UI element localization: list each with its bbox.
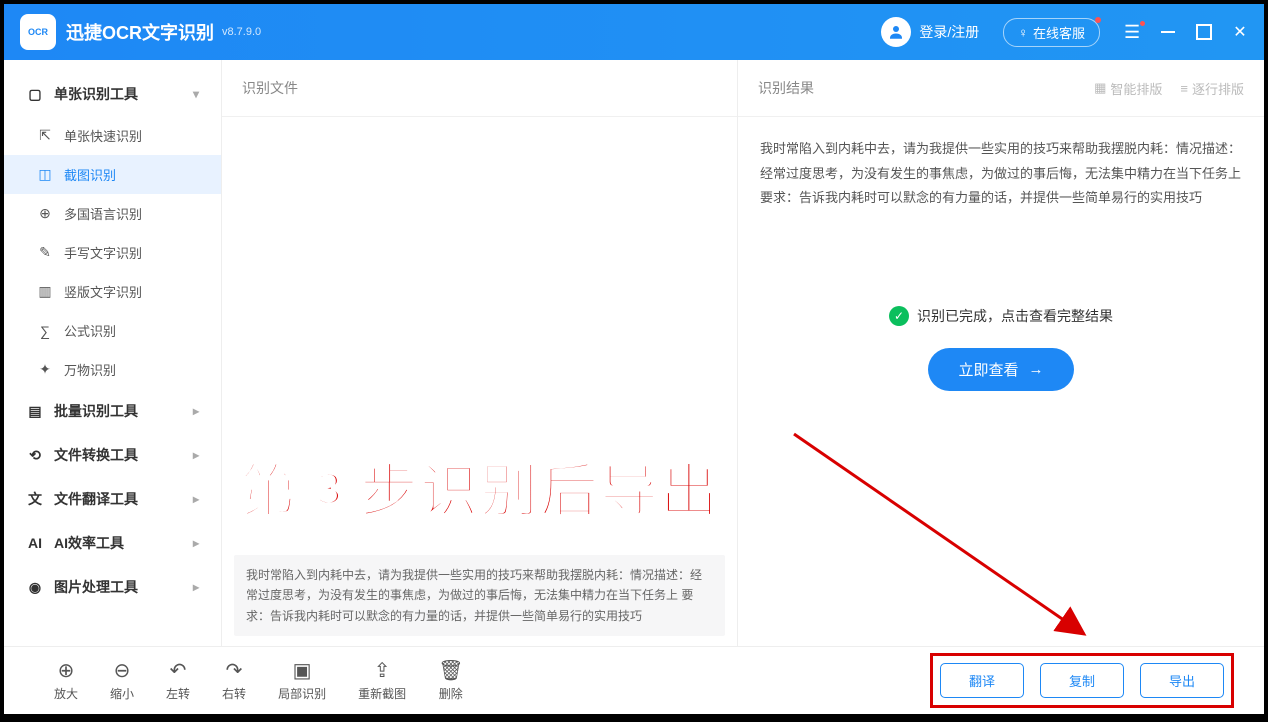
sidebar: ▢ 单张识别工具 ▾ ⇱单张快速识别 ◫截图识别 ⊕多国语言识别 ✎手写文字识别… xyxy=(4,60,222,646)
chevron-down-icon: ▾ xyxy=(193,87,199,101)
chevron-right-icon: ▸ xyxy=(193,404,199,418)
sidebar-item-quick[interactable]: ⇱单张快速识别 xyxy=(4,116,221,155)
copy-button[interactable]: 复制 xyxy=(1040,663,1124,698)
translate-icon: 文 xyxy=(26,490,44,508)
rotate-left-button[interactable]: ↶左转 xyxy=(166,659,190,702)
minimize-button[interactable] xyxy=(1160,24,1176,40)
view-result-button[interactable]: 立即查看→ xyxy=(928,348,1073,391)
close-button[interactable] xyxy=(1232,24,1248,40)
support-button[interactable]: ♀在线客服 xyxy=(1003,18,1100,47)
preview-area: 我时常陷入到内耗中去，请为我提供一些实用的技巧来帮助我摆脱内耗：情况描述：经常过… xyxy=(222,117,737,646)
sidebar-group-batch[interactable]: ▤批量识别工具▸ xyxy=(4,389,221,433)
login-link[interactable]: 登录/注册 xyxy=(919,22,979,42)
complete-status: ✓ 识别已完成，点击查看完整结果 xyxy=(760,306,1242,326)
sidebar-item-everything[interactable]: ✦万物识别 xyxy=(4,350,221,389)
rotate-right-icon: ↷ xyxy=(226,659,243,681)
chevron-right-icon: ▸ xyxy=(193,448,199,462)
app-title: 迅捷OCR文字识别 xyxy=(66,19,214,45)
menu-icon[interactable] xyxy=(1124,24,1140,40)
result-pane: 识别结果 ▦ 智能排版 ≡ 逐行排版 我时常陷入到内耗中去，请为我提供一些实用的… xyxy=(738,60,1264,646)
app-logo: OCR xyxy=(20,14,56,50)
zoom-in-icon: ⊕ xyxy=(58,659,75,681)
sparkle-icon: ✦ xyxy=(36,361,54,379)
zoom-out-button[interactable]: ⊖缩小 xyxy=(110,659,134,702)
export-button[interactable]: 导出 xyxy=(1140,663,1224,698)
sidebar-group-translate[interactable]: 文文件翻译工具▸ xyxy=(4,477,221,521)
doc-icon: ▢ xyxy=(26,85,44,103)
result-header: 识别结果 xyxy=(758,78,814,98)
preview-text: 我时常陷入到内耗中去，请为我提供一些实用的技巧来帮助我摆脱内耗：情况描述：经常过… xyxy=(234,555,725,636)
globe-icon: ⊕ xyxy=(36,205,54,223)
source-pane: 识别文件 我时常陷入到内耗中去，请为我提供一些实用的技巧来帮助我摆脱内耗：情况描… xyxy=(222,60,738,646)
columns-icon: ▥ xyxy=(36,283,54,301)
export-icon: ⇱ xyxy=(36,127,54,145)
delete-button[interactable]: 🗑删除 xyxy=(438,659,463,702)
sidebar-item-vertical[interactable]: ▥竖版文字识别 xyxy=(4,272,221,311)
sidebar-group-ai[interactable]: AIAI效率工具▸ xyxy=(4,521,221,565)
selection-icon: ▣ xyxy=(293,659,312,681)
zoom-out-icon: ⊖ xyxy=(114,659,131,681)
arrow-right-icon: → xyxy=(1029,361,1044,378)
rotate-left-icon: ↶ xyxy=(170,659,187,681)
layout-line[interactable]: ≡ 逐行排版 xyxy=(1180,79,1244,98)
sidebar-item-formula[interactable]: ∑公式识别 xyxy=(4,311,221,350)
chevron-right-icon: ▸ xyxy=(193,536,199,550)
sidebar-item-handwrite[interactable]: ✎手写文字识别 xyxy=(4,233,221,272)
avatar[interactable] xyxy=(881,17,911,47)
layout-smart[interactable]: ▦ 智能排版 xyxy=(1094,79,1162,98)
action-buttons-highlight: 翻译 复制 导出 xyxy=(940,663,1224,698)
rescreenshot-button[interactable]: ⇪重新截图 xyxy=(358,659,406,702)
formula-icon: ∑ xyxy=(36,322,54,340)
crop-icon: ◫ xyxy=(36,166,54,184)
stack-icon: ▤ xyxy=(26,402,44,420)
titlebar: OCR 迅捷OCR文字识别 v8.7.9.0 登录/注册 ♀在线客服 xyxy=(4,4,1264,60)
partial-ocr-button[interactable]: ▣局部识别 xyxy=(278,659,326,702)
ai-icon: AI xyxy=(26,534,44,552)
zoom-in-button[interactable]: ⊕放大 xyxy=(54,659,78,702)
pen-icon: ✎ xyxy=(36,244,54,262)
sidebar-group-label: 单张识别工具 xyxy=(54,84,138,104)
sidebar-item-multilang[interactable]: ⊕多国语言识别 xyxy=(4,194,221,233)
app-version: v8.7.9.0 xyxy=(222,26,261,38)
sidebar-item-screenshot[interactable]: ◫截图识别 xyxy=(4,155,221,194)
rotate-right-button[interactable]: ↷右转 xyxy=(222,659,246,702)
sidebar-group-single[interactable]: ▢ 单张识别工具 ▾ xyxy=(4,72,221,116)
bottom-toolbar: ⊕放大 ⊖缩小 ↶左转 ↷右转 ▣局部识别 ⇪重新截图 🗑删除 翻译 复制 导出 xyxy=(4,646,1264,714)
maximize-button[interactable] xyxy=(1196,24,1212,40)
trash-icon: 🗑 xyxy=(438,659,463,681)
translate-button[interactable]: 翻译 xyxy=(940,663,1024,698)
sidebar-group-image[interactable]: ◉图片处理工具▸ xyxy=(4,565,221,609)
chevron-right-icon: ▸ xyxy=(193,580,199,594)
image-icon: ◉ xyxy=(26,578,44,596)
upload-icon: ⇪ xyxy=(374,659,391,681)
convert-icon: ⟲ xyxy=(26,446,44,464)
check-icon: ✓ xyxy=(889,306,909,326)
source-header: 识别文件 xyxy=(222,60,737,117)
sidebar-group-convert[interactable]: ⟲文件转换工具▸ xyxy=(4,433,221,477)
result-text: 我时常陷入到内耗中去，请为我提供一些实用的技巧来帮助我摆脱内耗：情况描述：经常过… xyxy=(760,137,1242,211)
chevron-right-icon: ▸ xyxy=(193,492,199,506)
